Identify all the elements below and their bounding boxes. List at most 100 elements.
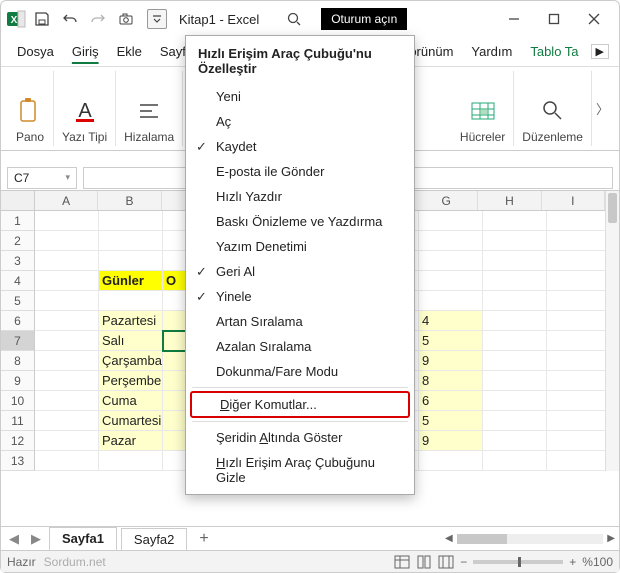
menu-item-kaydet[interactable]: Kaydet [186, 134, 414, 159]
close-button[interactable] [579, 5, 609, 33]
cell-G6[interactable]: 4 [419, 311, 483, 331]
cell-B7[interactable]: Salı [99, 331, 163, 351]
menu-item-a-[interactable]: Aç [186, 109, 414, 134]
row-header-12[interactable]: 12 [1, 431, 35, 451]
cells-icon[interactable] [468, 96, 498, 126]
cell-B10[interactable]: Cuma [99, 391, 163, 411]
tab-help[interactable]: Yardım [465, 40, 518, 63]
select-all-cell[interactable] [1, 191, 35, 211]
menu-item-geri-al[interactable]: Geri Al [186, 259, 414, 284]
window-title: Kitap1 - Excel [179, 12, 259, 27]
menu-item-yaz-m-denetimi[interactable]: Yazım Denetimi [186, 234, 414, 259]
menu-item-yinele[interactable]: Yinele [186, 284, 414, 309]
tab-table-design[interactable]: Tablo Ta [524, 40, 584, 63]
sheet-tab-2[interactable]: Sayfa2 [121, 528, 187, 550]
tabs-scroll-right[interactable]: ▶ [591, 44, 609, 59]
row-headers[interactable]: 12345678910111213 [1, 211, 35, 471]
cell-G11[interactable]: 5 [419, 411, 483, 431]
cell-G10[interactable]: 6 [419, 391, 483, 411]
cell-G7[interactable]: 5 [419, 331, 483, 351]
paste-icon[interactable] [15, 96, 45, 126]
camera-icon[interactable] [113, 6, 139, 32]
horizontal-scrollbar[interactable]: ◀▶ [445, 533, 615, 545]
alignment-icon[interactable] [134, 96, 164, 126]
ribbon-group-font: A Yazı Tipi [54, 71, 116, 146]
cell-B8[interactable]: Çarşamba [99, 351, 163, 371]
search-icon[interactable] [281, 6, 307, 32]
menu-item-show-below-ribbon[interactable]: Şeridin Altında Göster [186, 425, 414, 450]
zoom-slider[interactable] [473, 560, 563, 564]
col-header-I[interactable]: I [542, 191, 605, 210]
qat-menu-title: Hızlı Erişim Araç Çubuğu'nu Özelleştir [186, 40, 414, 84]
menu-item-dokunma-fare-modu[interactable]: Dokunma/Fare Modu [186, 359, 414, 384]
ribbon-overflow[interactable]: 〉 [592, 95, 613, 122]
editing-icon[interactable] [538, 96, 568, 126]
menu-item-e-posta-ile-g-nder[interactable]: E-posta ile Gönder [186, 159, 414, 184]
name-box[interactable]: C7▾ [7, 167, 77, 189]
redo-icon[interactable] [85, 6, 111, 32]
row-header-10[interactable]: 10 [1, 391, 35, 411]
menu-item-artan-s-ralama[interactable]: Artan Sıralama [186, 309, 414, 334]
cell-B12[interactable]: Pazar [99, 431, 163, 451]
qat-customize-button[interactable] [147, 9, 167, 29]
row-header-11[interactable]: 11 [1, 411, 35, 431]
minimize-button[interactable] [499, 5, 529, 33]
watermark: Sordum.net [44, 555, 106, 569]
menu-item-h-zl-yazd-r[interactable]: Hızlı Yazdır [186, 184, 414, 209]
undo-icon[interactable] [57, 6, 83, 32]
add-sheet-button[interactable]: + [191, 530, 216, 548]
view-page-layout-icon[interactable] [416, 555, 432, 569]
font-icon[interactable]: A [70, 96, 100, 126]
sheet-tab-1[interactable]: Sayfa1 [49, 527, 117, 551]
titlebar: X Kitap1 - Excel Oturum açın [1, 1, 619, 37]
zoom-value[interactable]: %100 [582, 555, 613, 569]
row-header-1[interactable]: 1 [1, 211, 35, 231]
zoom-in-button[interactable]: + [569, 555, 576, 569]
zoom-out-button[interactable]: − [460, 555, 467, 569]
row-header-4[interactable]: 4 [1, 271, 35, 291]
cell-B11[interactable]: Cumartesi [99, 411, 163, 431]
tab-insert[interactable]: Ekle [111, 40, 148, 63]
menu-item-more-commands[interactable]: Diğer Komutlar... [190, 391, 410, 418]
menu-item-azalan-s-ralama[interactable]: Azalan Sıralama [186, 334, 414, 359]
row-header-7[interactable]: 7 [1, 331, 35, 351]
maximize-button[interactable] [539, 5, 569, 33]
sheet-nav-next[interactable]: ▶ [27, 531, 45, 547]
row-header-6[interactable]: 6 [1, 311, 35, 331]
menu-item-hide-qat[interactable]: Hızlı Erişim Araç Çubuğunu Gizle [186, 450, 414, 490]
tab-file[interactable]: Dosya [11, 40, 60, 63]
cell-G9[interactable]: 8 [419, 371, 483, 391]
cell-B6[interactable]: Pazartesi [99, 311, 163, 331]
col-header-H[interactable]: H [478, 191, 541, 210]
sheet-tabs: ◀ ▶ Sayfa1 Sayfa2 + ◀▶ [1, 526, 619, 550]
cell-B9[interactable]: Perşembe [99, 371, 163, 391]
row-header-13[interactable]: 13 [1, 451, 35, 471]
view-normal-icon[interactable] [394, 555, 410, 569]
svg-text:A: A [78, 100, 92, 122]
row-header-8[interactable]: 8 [1, 351, 35, 371]
row-header-2[interactable]: 2 [1, 231, 35, 251]
ribbon-group-cells: Hücreler [452, 71, 514, 146]
svg-text:X: X [11, 15, 18, 26]
ribbon-group-clipboard: Pano [7, 71, 54, 146]
save-icon[interactable] [29, 6, 55, 32]
menu-item-bask-nizleme-ve-yazd-rma[interactable]: Baskı Önizleme ve Yazdırma [186, 209, 414, 234]
signin-button[interactable]: Oturum açın [321, 8, 407, 30]
tab-home[interactable]: Giriş [66, 40, 105, 63]
view-page-break-icon[interactable] [438, 555, 454, 569]
cell-G8[interactable]: 9 [419, 351, 483, 371]
ribbon-group-editing: Düzenleme [514, 71, 592, 146]
sheet-nav-prev[interactable]: ◀ [5, 531, 23, 547]
col-header-B[interactable]: B [98, 191, 161, 210]
vertical-scrollbar[interactable] [605, 191, 619, 471]
row-header-9[interactable]: 9 [1, 371, 35, 391]
row-header-3[interactable]: 3 [1, 251, 35, 271]
row-header-5[interactable]: 5 [1, 291, 35, 311]
status-bar: Hazır Sordum.net − + %100 [1, 550, 619, 572]
col-header-G[interactable]: G [415, 191, 478, 210]
cell-G12[interactable]: 9 [419, 431, 483, 451]
cell-B4[interactable]: Günler [99, 271, 163, 291]
menu-item-yeni[interactable]: Yeni [186, 84, 414, 109]
col-header-A[interactable]: A [35, 191, 98, 210]
ribbon-group-alignment: Hizalama [116, 71, 183, 146]
